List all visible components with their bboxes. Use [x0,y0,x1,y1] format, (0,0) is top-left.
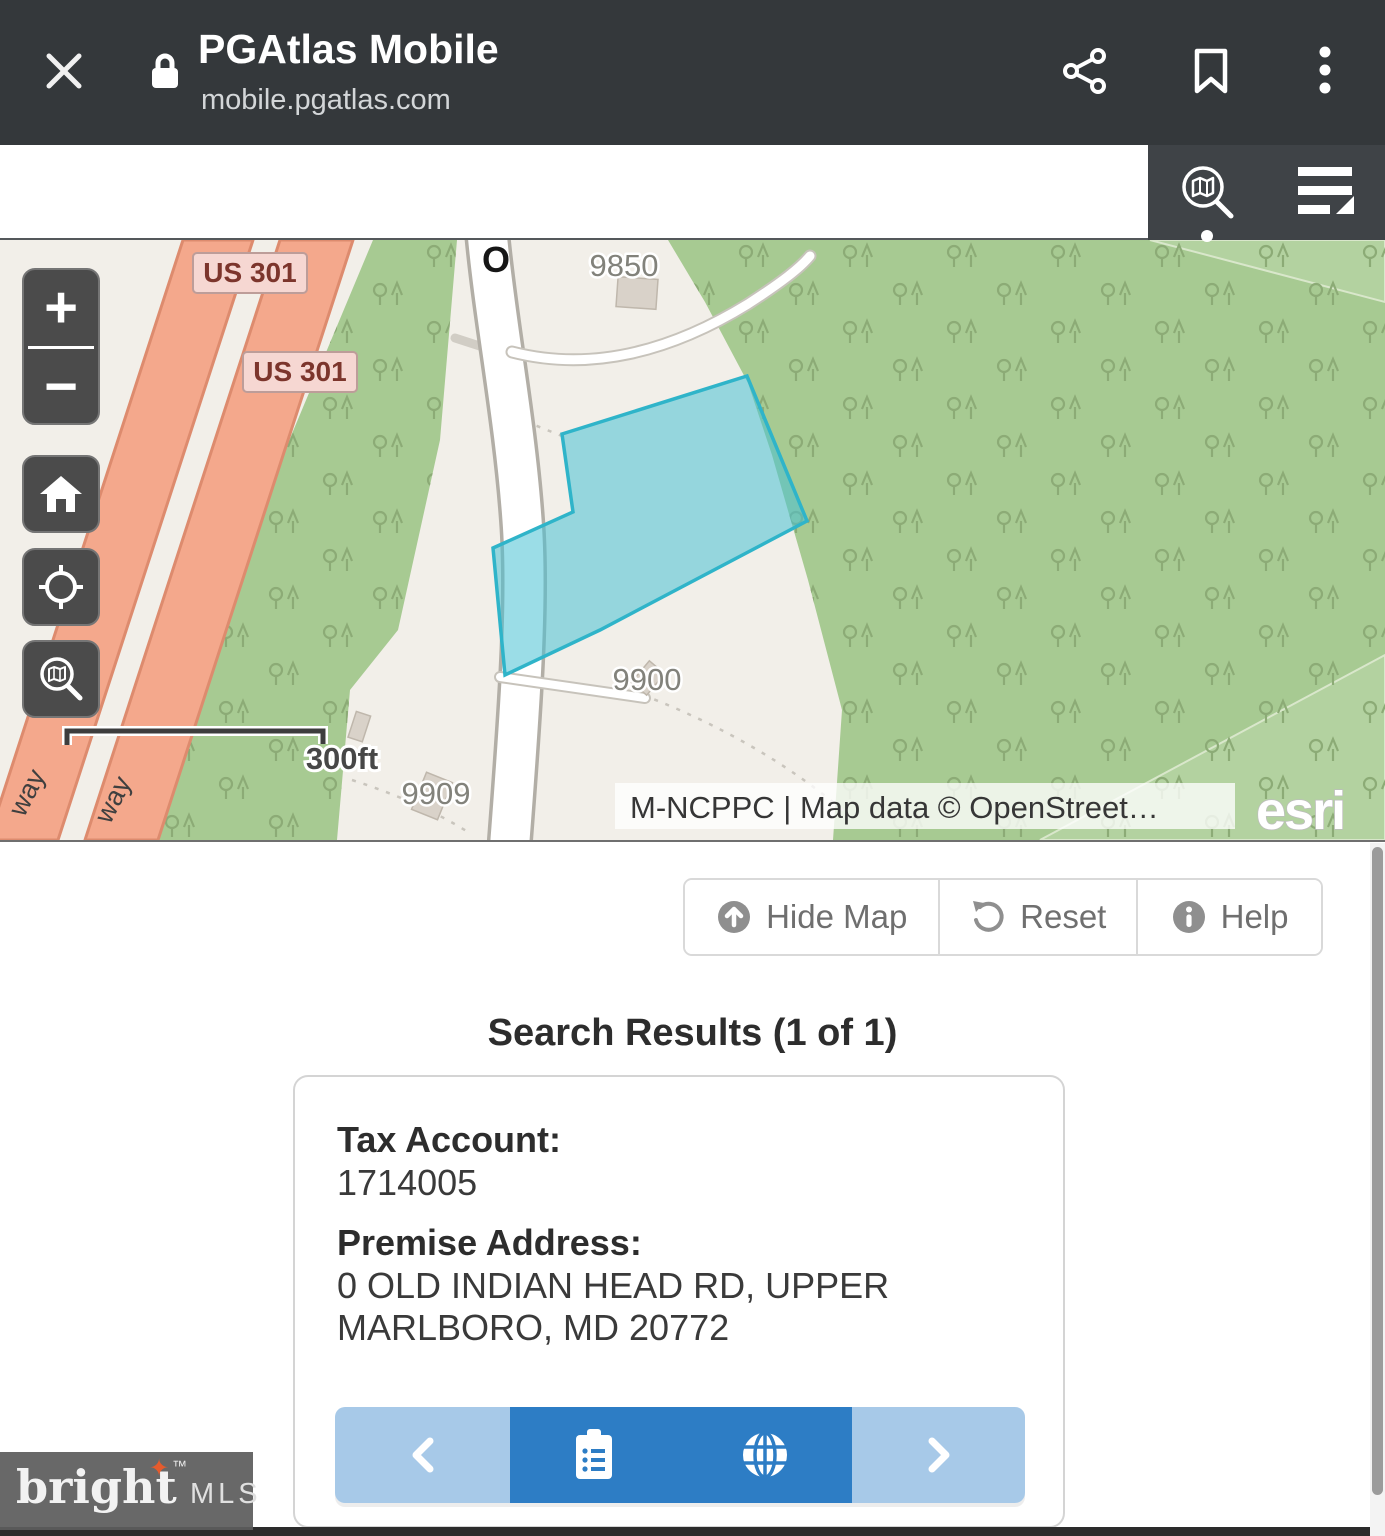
page-url: mobile.pgatlas.com [201,84,451,117]
map-canvas[interactable]: US 301 US 301 9850 9900 9909 O way way 3… [0,240,1385,840]
arrow-up-circle-icon [716,899,752,935]
bright-mls-watermark: bright ✦ ™ MLS [0,1452,253,1530]
premise-address-line2: MARLBORO, MD 20772 [337,1307,729,1349]
reset-button[interactable]: Reset [940,880,1138,954]
home-button[interactable] [22,455,100,533]
hide-map-label: Hide Map [766,898,907,936]
layer-list-icon[interactable] [1296,165,1356,222]
label-9900: 9900 [613,662,682,697]
scrollbar-thumb[interactable] [1372,847,1383,1495]
reset-label: Reset [1020,898,1106,936]
scale-label: 300ft [306,741,378,776]
scrollbar-track[interactable] [1370,843,1385,1536]
crosshair-icon [37,563,85,611]
premise-address-line1: 0 OLD INDIAN HEAD RD, UPPER [337,1265,889,1307]
zoom-out-button[interactable]: − [24,349,98,425]
map-search-button[interactable] [22,640,100,718]
next-result-button[interactable] [852,1407,1025,1503]
bookmark-icon[interactable] [1188,47,1234,98]
overflow-menu-icon[interactable] [1308,44,1342,99]
map-action-buttons: Hide Map Reset Help [683,878,1323,956]
share-icon[interactable] [1062,47,1110,98]
esri-logo: esri [1256,781,1344,840]
attribution-text: M-NCPPC | Map data © OpenStreet… [630,790,1159,825]
undo-icon [970,899,1006,935]
screen: PGAtlas Mobile mobile.pgatlas.com PGAtla… [0,0,1385,1536]
close-icon[interactable] [42,49,86,96]
info-circle-icon [1171,899,1207,935]
details-clipboard-button[interactable] [571,1427,617,1483]
results-title: Search Results (1 of 1) [0,1012,1385,1055]
active-tool-dot [1201,230,1213,242]
chevron-right-icon [922,1433,956,1477]
map-magnifier-icon [35,653,87,705]
label-9850: 9850 [590,248,659,283]
lock-icon [150,52,180,97]
hide-map-button[interactable]: Hide Map [685,880,940,954]
globe-icon [739,1429,791,1481]
zoom-in-button[interactable]: + [24,270,98,346]
home-icon [38,472,84,516]
watermark-tm: ™ [172,1458,187,1475]
street-name-letter: O [482,240,510,280]
locate-button[interactable] [22,548,100,626]
browser-chrome: PGAtlas Mobile mobile.pgatlas.com [0,0,1385,145]
shield-us301-1: US 301 [203,257,296,288]
tax-account-label: Tax Account: [337,1119,561,1161]
prev-result-button[interactable] [335,1407,510,1503]
tax-account-value: 1714005 [337,1162,477,1204]
clipboard-icon [571,1427,617,1483]
result-pager [335,1407,1025,1503]
label-9909: 9909 [402,776,471,811]
star-icon: ✦ [149,1454,169,1482]
pager-actions [510,1407,852,1503]
chevron-left-icon [406,1433,440,1477]
watermark-suffix: MLS [190,1478,262,1511]
help-button[interactable]: Help [1138,880,1321,954]
web-globe-button[interactable] [739,1429,791,1481]
map-search-icon[interactable] [1176,161,1240,228]
premise-address-label: Premise Address: [337,1222,642,1264]
header-toolbar [1148,145,1385,240]
page-title: PGAtlas Mobile [198,26,499,73]
zoom-control: + − [22,268,100,425]
help-label: Help [1221,898,1289,936]
shield-us301-2: US 301 [253,356,346,387]
